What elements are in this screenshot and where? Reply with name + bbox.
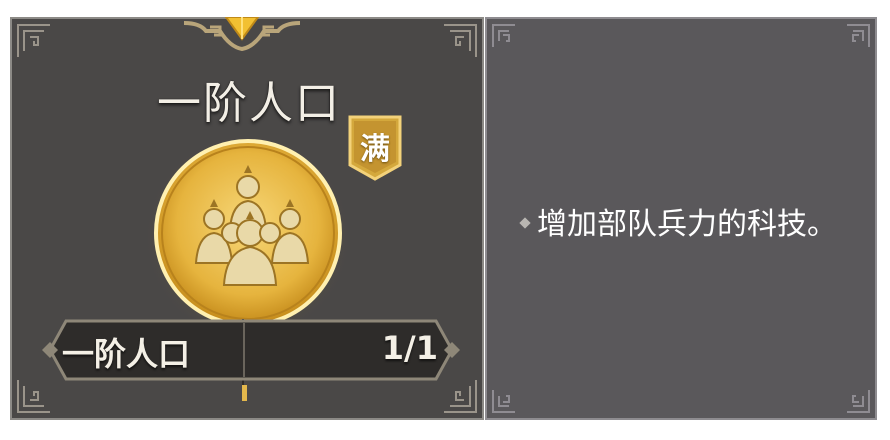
level-bar: 一阶人口 1/1 [36, 315, 466, 385]
corner-ornament-icon [442, 23, 478, 59]
corner-ornament-icon [16, 23, 52, 59]
level-name: 一阶人口 [62, 335, 191, 373]
corner-ornament-icon [491, 378, 527, 414]
corner-ornament-icon [491, 23, 527, 59]
corner-ornament-icon [835, 378, 871, 414]
tech-tree-connector-stub [242, 385, 247, 401]
tech-description-text: 增加部队兵力的科技。 [537, 207, 837, 242]
tech-title: 一阶人口 [157, 78, 341, 129]
tech-description: 增加部队兵力的科技。 [519, 199, 837, 243]
tech-card-panel: 一阶人口 满 一阶人口 1/1 [10, 16, 484, 420]
diamond-bullet-icon [519, 216, 531, 229]
top-emblem-icon [180, 16, 304, 52]
tech-detail-panel: 增加部队兵力的科技。 [485, 17, 877, 420]
corner-ornament-icon [835, 23, 871, 59]
level-progress: 1/1 [381, 329, 438, 367]
